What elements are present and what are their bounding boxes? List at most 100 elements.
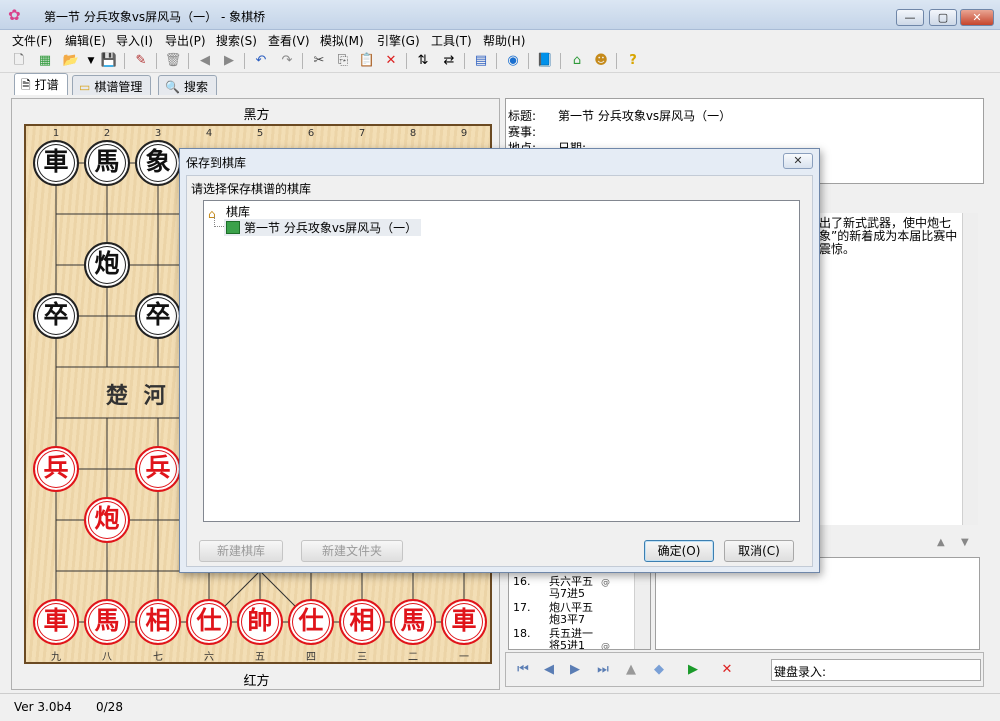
forward-circle-icon[interactable]: ▶ [220,52,238,70]
menu-tools[interactable]: 工具(T) [431,32,472,49]
new-board-icon[interactable]: ▦ [36,52,54,70]
red-piece[interactable]: 仕 [186,599,232,645]
variation-up-icon[interactable]: ▲ [622,661,640,679]
users-icon[interactable]: ☻ [592,52,610,70]
copy-icon[interactable]: ⎘ [334,52,352,70]
red-piece[interactable]: 馬 [84,599,130,645]
book-icon[interactable]: 📘 [536,52,554,70]
red-piece[interactable]: 車 [441,599,487,645]
menu-file[interactable]: 文件(F) [12,32,52,49]
prev-move-icon[interactable]: ◀ [540,661,558,679]
move-black[interactable]: 炮3平7 [549,614,585,626]
red-piece[interactable]: 相 [135,599,181,645]
black-piece[interactable]: 車 [33,140,79,186]
menu-bar: 文件(F) 编辑(E) 导入(I) 导出(P) 搜索(S) 查看(V) 模拟(M… [0,30,1000,48]
variation-down-icon[interactable]: ◆ [650,661,668,679]
tab-notation[interactable]: 🗎 打谱 [14,73,68,95]
toolbar-separator [496,53,497,69]
new-library-button[interactable]: 新建棋库 [199,540,283,562]
file-number-top: 7 [358,128,366,139]
menu-simulate[interactable]: 模拟(M) [320,32,364,49]
status-bar: Ver 3.0b4 0/28 [0,693,1000,721]
arrow-down-icon[interactable]: ▼ [961,537,969,548]
new-folder-button[interactable]: 新建文件夹 [301,540,403,562]
stop-icon[interactable]: ✕ [718,661,736,679]
open-folder-icon[interactable]: 📂 [62,52,80,70]
dialog-title: 保存到棋库 [186,156,247,170]
dialog-close-button[interactable]: ✕ [783,153,813,169]
file-number-bottom: 九 [51,652,61,663]
trash-icon[interactable]: 🗑 [164,52,182,70]
open-dropdown-icon[interactable]: ▼ [82,52,100,70]
black-piece[interactable]: 象 [135,140,181,186]
black-piece[interactable]: 馬 [84,140,130,186]
red-piece[interactable]: 兵 [33,446,79,492]
last-move-icon[interactable]: ⏭ [594,661,612,679]
menu-engine[interactable]: 引擎(G) [377,32,420,49]
menu-export[interactable]: 导出(P) [165,32,206,49]
file-number-top: 1 [52,128,60,139]
window-title: 第一节 分兵攻象vs屏风马（一） - 象棋桥 [44,10,266,24]
tree-node-game[interactable]: 第一节 分兵攻象vs屏风马（一） [224,219,422,236]
next-move-icon[interactable]: ▶ [566,661,584,679]
dialog-body: 请选择保存棋谱的棋库 ⌂ 棋库 第一节 分兵攻象vs屏风马（一） 新建棋库 新建文… [186,175,813,567]
red-piece[interactable]: 炮 [84,497,130,543]
menu-search[interactable]: 搜索(S) [216,32,257,49]
file-number-bottom: 一 [459,652,469,663]
event-label: 赛事: [508,125,537,139]
black-piece[interactable]: 卒 [135,293,181,339]
tab-library[interactable]: ▭ 棋谱管理 [72,75,152,95]
first-move-icon[interactable]: ⏮ [514,661,532,679]
black-piece[interactable]: 卒 [33,293,79,339]
toolbar-separator [528,53,529,69]
move-number: 16. [513,575,531,588]
file-number-top: 9 [460,128,468,139]
red-piece[interactable]: 車 [33,599,79,645]
arrow-up-icon[interactable]: ▲ [937,537,945,548]
magnifier-icon: 🔍 [165,80,180,94]
close-button[interactable]: ✕ [960,9,994,26]
red-piece[interactable]: 相 [339,599,385,645]
tab-label: 棋谱管理 [94,80,143,94]
toolbar-separator [302,53,303,69]
menu-import[interactable]: 导入(I) [116,32,153,49]
new-file-icon[interactable]: 🗋 [10,52,28,70]
play-circle-icon[interactable]: ◉ [504,52,522,70]
paste-icon[interactable]: 📋 [358,52,376,70]
menu-help[interactable]: 帮助(H) [483,32,525,49]
move-black[interactable]: 将5进1 [549,640,585,650]
undo-icon[interactable]: ↶ [252,52,270,70]
flower-app-icon: ✿ [8,6,21,24]
network-icon[interactable]: ⌂ [568,52,586,70]
river-label: 楚 河 [106,383,170,409]
black-piece[interactable]: 炮 [84,242,130,288]
library-tree[interactable]: ⌂ 棋库 第一节 分兵攻象vs屏风马（一） [203,200,800,522]
delete-icon[interactable]: ✕ [382,52,400,70]
save-icon[interactable]: 💾 [100,52,118,70]
move-black[interactable]: 马7进5 [549,588,585,600]
menu-edit[interactable]: 编辑(E) [65,32,106,49]
minimize-button[interactable]: — [896,9,924,26]
flip-horizontal-icon[interactable]: ⇄ [440,52,458,70]
ok-button[interactable]: 确定(O) [644,540,714,562]
red-piece[interactable]: 帥 [237,599,283,645]
menu-view[interactable]: 查看(V) [268,32,310,49]
bottom-side-label: 红方 [243,674,270,689]
help-icon[interactable]: ? [624,52,642,70]
grid-view-icon[interactable]: ▤ [472,52,490,70]
cut-icon[interactable]: ✂ [310,52,328,70]
flip-vertical-icon[interactable]: ⇅ [414,52,432,70]
back-circle-icon[interactable]: ◀ [196,52,214,70]
maximize-button[interactable]: ▢ [929,9,957,26]
redo-icon[interactable]: ↷ [278,52,296,70]
edit-board-icon[interactable]: ✎ [132,52,150,70]
cancel-button[interactable]: 取消(C) [724,540,794,562]
tree-connector [214,217,224,227]
auto-play-icon[interactable]: ▶ [684,661,702,679]
red-piece[interactable]: 仕 [288,599,334,645]
red-piece[interactable]: 兵 [135,446,181,492]
tab-search[interactable]: 🔍 搜索 [158,75,217,95]
comment-scrollbar[interactable] [962,213,978,525]
comment-marker-icon: @ [601,578,610,588]
red-piece[interactable]: 馬 [390,599,436,645]
